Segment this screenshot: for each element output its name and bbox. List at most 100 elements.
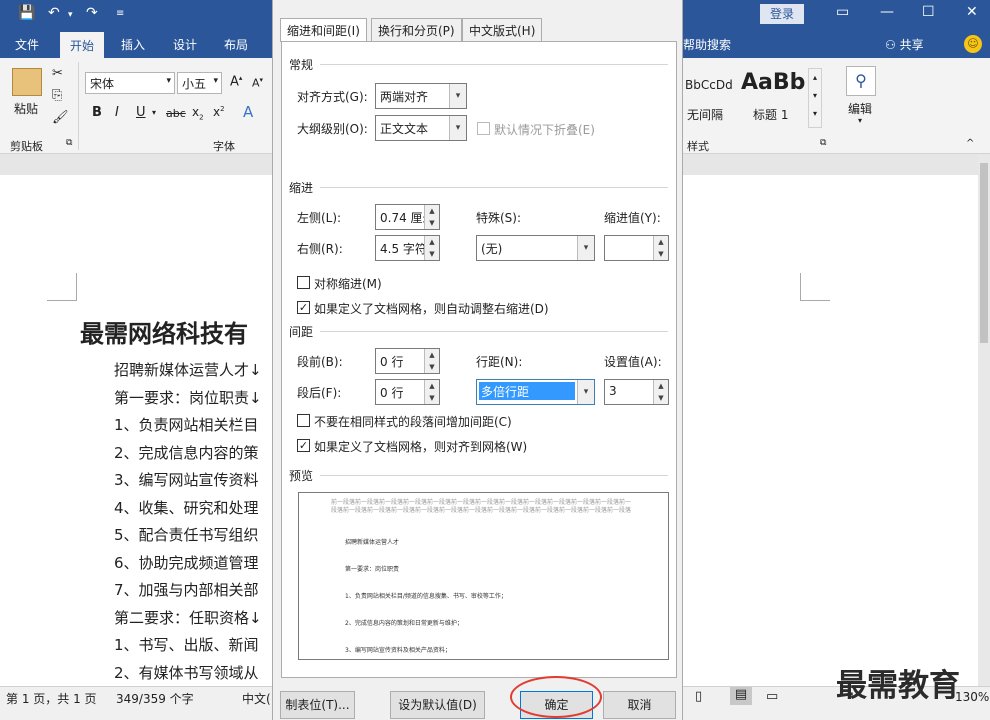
- mirror-indent-label: 对称缩进(M): [314, 277, 382, 291]
- tab-design[interactable]: 设计: [173, 36, 197, 53]
- cut-icon[interactable]: ✂: [52, 66, 63, 81]
- styles-group-label: 样式: [687, 140, 709, 153]
- right-indent-label: 右侧(R):: [297, 242, 343, 256]
- bold-icon[interactable]: B: [92, 105, 102, 120]
- outline-level-select[interactable]: 正文文本 ▾: [375, 115, 467, 141]
- subscript-icon[interactable]: x2: [192, 105, 204, 121]
- auto-right-indent-label: 如果定义了文档网格，则自动调整右缩进(D): [314, 302, 549, 316]
- no-space-same-style-checkbox[interactable]: [297, 414, 310, 427]
- outline-level-label: 大纲级别(O):: [297, 122, 368, 136]
- preview-line: 2、完成信息内容的策划和日常更新与维护；: [345, 620, 463, 627]
- maximize-icon[interactable]: ☐: [922, 4, 935, 20]
- copy-icon[interactable]: ⎘: [52, 88, 62, 103]
- tab-home[interactable]: 开始: [60, 32, 105, 58]
- line-spacing-select[interactable]: 多倍行距 ▾: [476, 379, 595, 405]
- spinner-icon[interactable]: ▲ ▼: [424, 236, 439, 260]
- collapse-ribbon-icon[interactable]: ^: [966, 138, 974, 149]
- space-before-input[interactable]: 0 行 ▲ ▼: [375, 348, 440, 374]
- spacing-heading: 间距: [289, 325, 314, 339]
- tabs-button[interactable]: 制表位(T)...: [280, 691, 355, 719]
- doc-line: 7、加强与内部相关部: [114, 581, 259, 599]
- underline-icon[interactable]: U: [136, 105, 146, 120]
- style-heading1-preview[interactable]: AaBb: [741, 70, 805, 95]
- spinner-icon[interactable]: ▲ ▼: [424, 205, 439, 229]
- save-icon[interactable]: 💾: [18, 5, 35, 21]
- font-name-box[interactable]: 宋体 ▾: [85, 72, 175, 94]
- chevron-down-icon[interactable]: ▾: [152, 108, 156, 117]
- cancel-button[interactable]: 取消: [603, 691, 676, 719]
- styles-launcher-icon[interactable]: ⧉: [820, 138, 826, 148]
- doc-line: 第一要求：岗位职责↓: [114, 388, 262, 407]
- vertical-scrollbar[interactable]: [978, 155, 990, 686]
- indent-by-input[interactable]: ▲ ▼: [604, 235, 669, 261]
- paste-icon[interactable]: [12, 68, 42, 96]
- style-heading1[interactable]: 标题 1: [753, 106, 788, 123]
- tab-insert[interactable]: 插入: [121, 36, 145, 53]
- search-icon[interactable]: ⚲: [846, 66, 876, 96]
- customize-quick-access-icon[interactable]: ≡: [116, 8, 124, 19]
- spinner-icon[interactable]: ▲ ▼: [424, 349, 439, 373]
- alignment-select[interactable]: 两端对齐 ▾: [375, 83, 467, 109]
- alignment-label: 对齐方式(G):: [297, 90, 368, 104]
- chevron-down-icon: ▾: [449, 116, 466, 140]
- share-button[interactable]: ⚇ 共享: [885, 36, 924, 53]
- minimize-icon[interactable]: —: [880, 4, 894, 20]
- space-after-input[interactable]: 0 行 ▲ ▼: [375, 379, 440, 405]
- shrink-font-icon[interactable]: A▾: [252, 76, 263, 90]
- ribbon-display-icon[interactable]: ▭: [836, 4, 849, 20]
- undo-icon[interactable]: ↶: [48, 5, 60, 21]
- special-select[interactable]: (无) ▾: [476, 235, 595, 261]
- auto-right-indent-checkbox[interactable]: ✓: [297, 301, 310, 314]
- clipboard-launcher-icon[interactable]: ⧉: [66, 138, 72, 148]
- spinner-icon[interactable]: ▲ ▼: [424, 380, 439, 404]
- italic-icon[interactable]: I: [115, 105, 119, 120]
- mirror-indent-checkbox[interactable]: [297, 276, 310, 289]
- spinner-icon[interactable]: ▲ ▼: [653, 380, 668, 404]
- redo-icon[interactable]: ↷: [86, 5, 98, 21]
- dialog-body: 常规 对齐方式(G): 两端对齐 ▾ 大纲级别(O): 正文文本 ▾ 默认情况下折叠…: [281, 41, 677, 678]
- collapse-default-checkbox[interactable]: [477, 122, 490, 135]
- read-mode-icon[interactable]: ▯: [695, 689, 702, 704]
- zoom-level[interactable]: 130%: [955, 690, 989, 704]
- tab-asian-typography[interactable]: 中文版式(H): [462, 18, 543, 41]
- styles-scroll[interactable]: ▴ ▾ ▾: [808, 68, 822, 128]
- web-layout-icon[interactable]: ▭: [766, 689, 778, 704]
- doc-line: 5、配合责任书写组织: [114, 526, 259, 544]
- doc-line: 1、负责网站相关栏目: [114, 416, 259, 434]
- spacing-at-input[interactable]: 3 ▲ ▼: [604, 379, 669, 405]
- editing-button[interactable]: 编辑: [848, 100, 872, 117]
- spinner-icon[interactable]: ▲ ▼: [653, 236, 668, 260]
- style-no-spacing-preview[interactable]: BbCcDd: [685, 78, 733, 92]
- indent-heading: 缩进: [289, 181, 314, 195]
- set-default-button[interactable]: 设为默认值(D): [390, 691, 485, 719]
- tab-layout[interactable]: 布局: [224, 36, 248, 53]
- tab-line-page-breaks[interactable]: 换行和分页(P): [371, 18, 462, 41]
- left-indent-input[interactable]: 0.74 厘米 ▲ ▼: [375, 204, 440, 230]
- tab-file[interactable]: 文件: [15, 36, 39, 53]
- chevron-down-icon: ▾: [213, 76, 218, 86]
- smiley-icon[interactable]: ☺: [964, 35, 982, 53]
- grow-font-icon[interactable]: A▴: [230, 74, 242, 89]
- paste-button[interactable]: 粘贴: [14, 100, 38, 117]
- snap-to-grid-checkbox[interactable]: ✓: [297, 439, 310, 452]
- style-no-spacing[interactable]: 无间隔: [687, 106, 723, 123]
- tell-me-search[interactable]: 帮助搜索: [683, 36, 731, 53]
- word-count[interactable]: 349/359 个字: [116, 690, 194, 707]
- login-button[interactable]: 登录: [760, 4, 804, 24]
- preview-line: 第一要求：岗位职责: [345, 566, 400, 573]
- doc-line: 1、书写、出版、新闻: [114, 636, 259, 654]
- print-layout-icon[interactable]: ▤: [730, 687, 752, 705]
- strikethrough-icon[interactable]: abc: [166, 107, 186, 120]
- right-indent-input[interactable]: 4.5 字符 ▲ ▼: [375, 235, 440, 261]
- tab-indents-spacing[interactable]: 缩进和间距(I): [280, 18, 367, 42]
- page-count[interactable]: 第 1 页，共 1 页: [6, 690, 97, 707]
- superscript-icon[interactable]: x2: [213, 105, 225, 119]
- close-icon[interactable]: ✕: [966, 4, 978, 20]
- scroll-thumb[interactable]: [980, 163, 988, 343]
- undo-dropdown-icon[interactable]: ▾: [68, 10, 73, 20]
- format-painter-icon[interactable]: 🖌: [52, 110, 69, 125]
- doc-line: 3、编写网站宣传资料: [114, 471, 259, 489]
- text-effects-icon[interactable]: A: [243, 103, 253, 121]
- language-status[interactable]: 中文(: [242, 690, 271, 707]
- font-size-box[interactable]: 小五 ▾: [177, 72, 222, 94]
